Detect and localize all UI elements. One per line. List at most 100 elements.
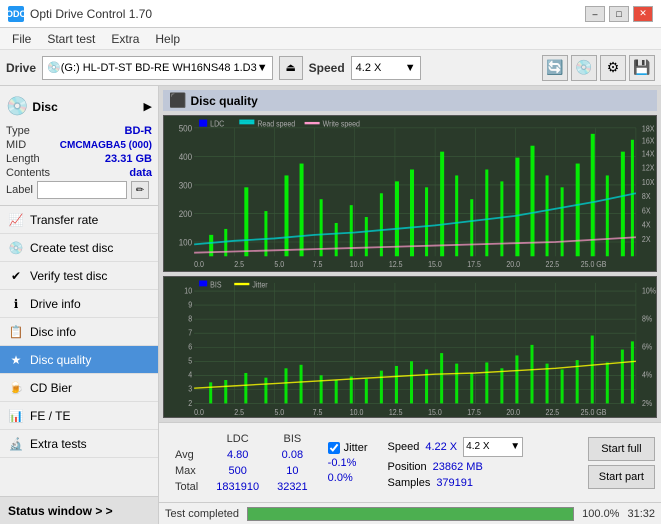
drive-label: Drive <box>6 61 36 75</box>
jitter-max-row: 0.0% <box>328 472 368 484</box>
svg-text:300: 300 <box>179 180 192 191</box>
svg-text:12X: 12X <box>642 163 654 173</box>
samples-stat-value: 379191 <box>436 477 473 489</box>
disc-info-label: Disc info <box>30 325 76 339</box>
samples-stat-label: Samples <box>388 477 431 489</box>
sidebar-item-drive-info[interactable]: ℹ Drive info <box>0 290 158 318</box>
refresh-button[interactable]: 🔄 <box>542 55 568 81</box>
bis-chart: 10 9 8 7 6 5 4 3 2 10% 8% 6% 4% <box>163 276 657 418</box>
svg-text:7: 7 <box>188 328 192 338</box>
svg-text:20.0: 20.0 <box>506 407 520 417</box>
disc-label-input[interactable] <box>37 181 127 199</box>
speed-stat-select[interactable]: 4.2 X ▼ <box>463 437 523 457</box>
svg-text:17.5: 17.5 <box>467 259 481 269</box>
maximize-button[interactable]: □ <box>609 6 629 22</box>
disc-quality-label: Disc quality <box>30 353 91 367</box>
svg-text:4X: 4X <box>642 220 651 230</box>
save-button[interactable]: 💾 <box>629 55 655 81</box>
svg-text:8%: 8% <box>642 313 652 323</box>
stats-header-bis: BIS <box>269 432 316 446</box>
menu-extra[interactable]: Extra <box>103 30 147 48</box>
fe-te-icon: 📊 <box>8 408 24 424</box>
speed-label: Speed <box>309 61 345 75</box>
svg-text:8: 8 <box>188 313 192 323</box>
disc-panel-expand[interactable]: ▶ <box>144 100 152 113</box>
sidebar-item-extra-tests[interactable]: 🔬 Extra tests <box>0 430 158 458</box>
sidebar-item-transfer-rate[interactable]: 📈 Transfer rate <box>0 206 158 234</box>
disc-quality-panel: ⬛ Disc quality <box>159 86 661 422</box>
svg-text:22.5: 22.5 <box>546 407 560 417</box>
sidebar-item-cd-bier[interactable]: 🍺 CD Bier <box>0 374 158 402</box>
status-window-button[interactable]: Status window > > <box>0 496 158 524</box>
stats-header-ldc: LDC <box>208 432 267 446</box>
menu-help[interactable]: Help <box>147 30 188 48</box>
transfer-rate-label: Transfer rate <box>30 213 98 227</box>
speed-selector[interactable]: 4.2 X ▼ <box>351 56 421 80</box>
disc-length-row: Length 23.31 GB <box>6 153 152 165</box>
jitter-section: Jitter -0.1% 0.0% <box>328 442 368 484</box>
sidebar-item-verify-test-disc[interactable]: ✔ Verify test disc <box>0 262 158 290</box>
sidebar-item-fe-te[interactable]: 📊 FE / TE <box>0 402 158 430</box>
svg-text:18X: 18X <box>642 124 654 134</box>
jitter-checkbox[interactable] <box>328 442 340 454</box>
menu-start-test[interactable]: Start test <box>39 30 103 48</box>
stats-max-bis: 10 <box>269 464 316 478</box>
eject-button[interactable]: ⏏ <box>279 56 303 80</box>
speed-stat-row: Speed 4.22 X 4.2 X ▼ <box>388 437 524 457</box>
extra-tests-icon: 🔬 <box>8 436 24 452</box>
svg-text:9: 9 <box>188 299 192 309</box>
start-full-button[interactable]: Start full <box>588 437 655 461</box>
svg-text:3: 3 <box>188 384 192 394</box>
bottom-statusbar: Test completed 100.0% 31:32 <box>159 502 661 524</box>
verify-test-disc-icon: ✔ <box>8 268 24 284</box>
sidebar-item-disc-quality[interactable]: ★ Disc quality <box>0 346 158 374</box>
svg-text:8X: 8X <box>642 192 651 202</box>
svg-text:12.5: 12.5 <box>389 407 403 417</box>
svg-text:5.0: 5.0 <box>274 259 284 269</box>
stats-max-ldc: 500 <box>208 464 267 478</box>
jitter-avg-value: -0.1% <box>328 457 357 469</box>
position-stat-row: Position 23862 MB <box>388 461 524 473</box>
disc-mid-row: MID CMCMAGBA5 (000) <box>6 139 152 151</box>
sidebar-item-create-test-disc[interactable]: 💿 Create test disc <box>0 234 158 262</box>
svg-text:Jitter: Jitter <box>252 280 268 290</box>
create-test-disc-icon: 💿 <box>8 240 24 256</box>
quality-panel-icon: ⬛ <box>169 92 186 109</box>
svg-text:500: 500 <box>179 123 192 134</box>
jitter-max-value: 0.0% <box>328 472 353 484</box>
svg-text:25.0 GB: 25.0 GB <box>581 259 607 269</box>
cd-bier-label: CD Bier <box>30 381 72 395</box>
extra-tests-label: Extra tests <box>30 437 87 451</box>
fe-te-label: FE / TE <box>30 409 70 423</box>
svg-text:BIS: BIS <box>210 280 221 290</box>
quality-panel-title: Disc quality <box>190 94 257 108</box>
disc-label-edit-button[interactable]: ✏ <box>131 181 149 199</box>
start-part-button[interactable]: Start part <box>588 465 655 489</box>
sidebar: 💿 Disc ▶ Type BD-R MID CMCMAGBA5 (000) L… <box>0 86 159 524</box>
speed-stat-select-value: 4.2 X <box>466 441 489 452</box>
disc-label-label: Label <box>6 184 33 196</box>
content-area: ⬛ Disc quality <box>159 86 661 524</box>
sidebar-item-disc-info[interactable]: 📋 Disc info <box>0 318 158 346</box>
close-button[interactable]: ✕ <box>633 6 653 22</box>
main-area: 💿 Disc ▶ Type BD-R MID CMCMAGBA5 (000) L… <box>0 86 661 524</box>
charts-area: 500 400 300 200 100 18X 16X 14X 12X 10X … <box>163 115 657 418</box>
app-title: Opti Drive Control 1.70 <box>30 7 152 21</box>
window-controls: – □ ✕ <box>585 6 653 22</box>
position-stat-label: Position <box>388 461 427 473</box>
disc-info-icon: 📋 <box>8 324 24 340</box>
menu-file[interactable]: File <box>4 30 39 48</box>
drive-selector[interactable]: 💿 (G:) HL-DT-ST BD-RE WH16NS48 1.D3 ▼ <box>42 56 273 80</box>
settings-button[interactable]: ⚙ <box>600 55 626 81</box>
transfer-rate-icon: 📈 <box>8 212 24 228</box>
disc-button[interactable]: 💿 <box>571 55 597 81</box>
svg-text:2%: 2% <box>642 398 652 408</box>
minimize-button[interactable]: – <box>585 6 605 22</box>
disc-panel: 💿 Disc ▶ Type BD-R MID CMCMAGBA5 (000) L… <box>0 86 158 206</box>
svg-text:16X: 16X <box>642 136 654 146</box>
svg-text:4: 4 <box>188 370 193 380</box>
disc-length-value: 23.31 GB <box>105 153 152 165</box>
quality-panel-header: ⬛ Disc quality <box>163 90 657 111</box>
stats-total-ldc: 1831910 <box>208 480 267 494</box>
svg-text:Read speed: Read speed <box>257 119 295 129</box>
